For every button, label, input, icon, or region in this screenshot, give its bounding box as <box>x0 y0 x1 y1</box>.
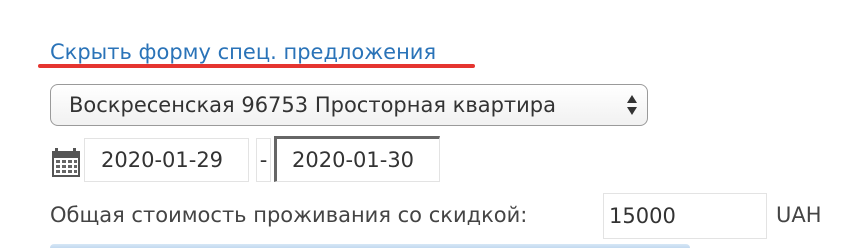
special-offer-form: Скрыть форму спец. предложения Воскресен… <box>0 0 866 248</box>
date-range-separator: - <box>256 138 271 182</box>
total-cost-label: Общая стоимость проживания со скидкой: <box>50 203 528 227</box>
highlight-underline <box>38 64 475 68</box>
date-from-field[interactable]: 2020-01-29 <box>84 138 249 182</box>
select-updown-arrows-icon <box>627 95 637 115</box>
date-to-field[interactable]: 2020-01-30 <box>274 136 440 182</box>
total-cost-input[interactable] <box>603 193 767 239</box>
apartment-select[interactable]: Воскресенская 96753 Просторная квартира <box>50 84 648 126</box>
apartment-select-value: Воскресенская 96753 Просторная квартира <box>69 93 556 117</box>
date-from-value: 2020-01-29 <box>101 148 224 172</box>
currency-label: UAH <box>776 203 822 227</box>
calendar-icon[interactable] <box>52 145 80 177</box>
hide-special-offer-form-link[interactable]: Скрыть форму спец. предложения <box>50 40 436 64</box>
next-field-edge <box>50 244 690 248</box>
date-to-value: 2020-01-30 <box>292 148 415 172</box>
